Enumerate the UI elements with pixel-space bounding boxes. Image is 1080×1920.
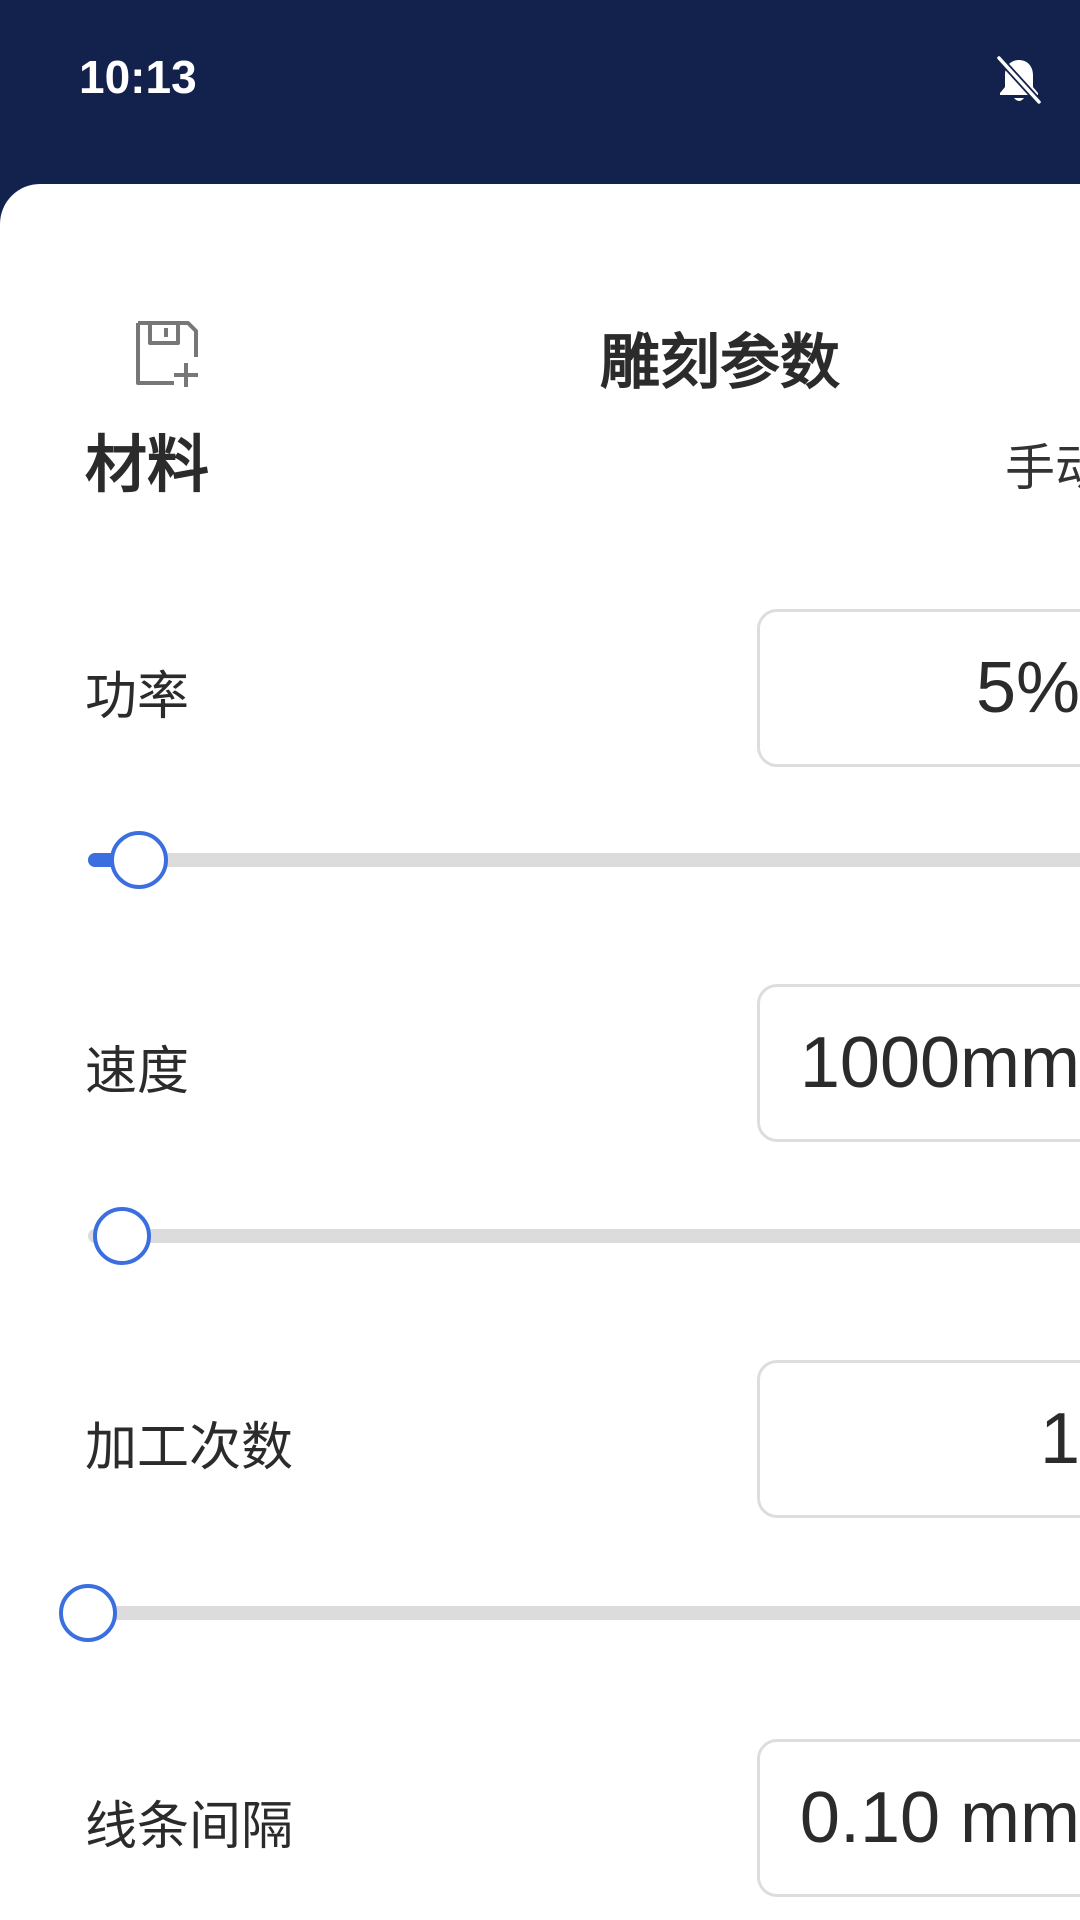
- power-slider-thumb[interactable]: [110, 831, 168, 889]
- line-interval-value: 0.10 mm: [799, 1778, 1080, 1858]
- parameters-sheet: 雕刻参数 材料 手动 功率 5% 速度 1000mm 加工次数 1 线条间隔 0…: [0, 184, 1080, 1920]
- passes-value: 1: [1039, 1399, 1080, 1479]
- status-bar: 10:13: [0, 0, 1080, 184]
- speed-slider[interactable]: [88, 1229, 1080, 1243]
- speed-input[interactable]: 1000mm: [757, 984, 1080, 1142]
- speed-label: 速度: [85, 1042, 190, 1102]
- passes-label: 加工次数: [85, 1418, 294, 1478]
- status-time: 10:13: [79, 51, 197, 103]
- speed-value: 1000mm: [799, 1023, 1080, 1103]
- passes-slider-thumb[interactable]: [59, 1584, 117, 1642]
- sheet-title: 雕刻参数: [600, 328, 840, 398]
- mode-selector[interactable]: 手动: [1005, 428, 1080, 500]
- line-interval-label: 线条间隔: [85, 1797, 294, 1857]
- passes-slider[interactable]: [88, 1606, 1080, 1620]
- bell-off-icon: [994, 54, 1044, 106]
- speed-slider-thumb[interactable]: [93, 1207, 151, 1265]
- passes-input[interactable]: 1: [757, 1360, 1080, 1518]
- line-interval-input[interactable]: 0.10 mm: [757, 1739, 1080, 1897]
- power-input[interactable]: 5%: [757, 609, 1080, 767]
- power-slider[interactable]: [88, 853, 1080, 867]
- power-value: 5%: [975, 648, 1080, 728]
- material-label: 材料: [85, 428, 210, 501]
- power-label: 功率: [85, 667, 190, 727]
